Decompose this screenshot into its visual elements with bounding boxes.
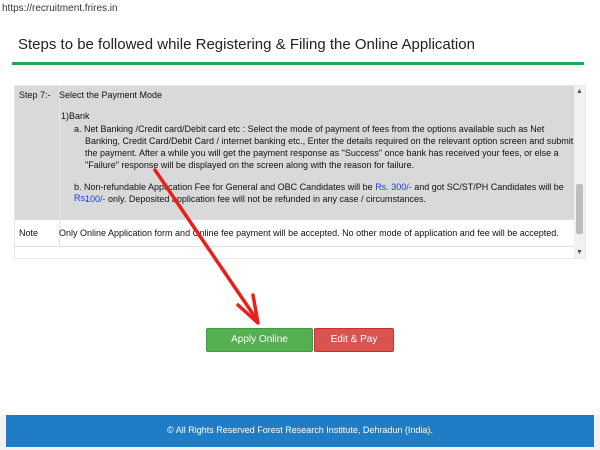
annotation-arrow (153, 168, 260, 325)
site-footer: © All Rights Reserved Forest Research In… (6, 415, 594, 447)
copyright-text: © All Rights Reserved Forest Research In… (167, 425, 433, 435)
